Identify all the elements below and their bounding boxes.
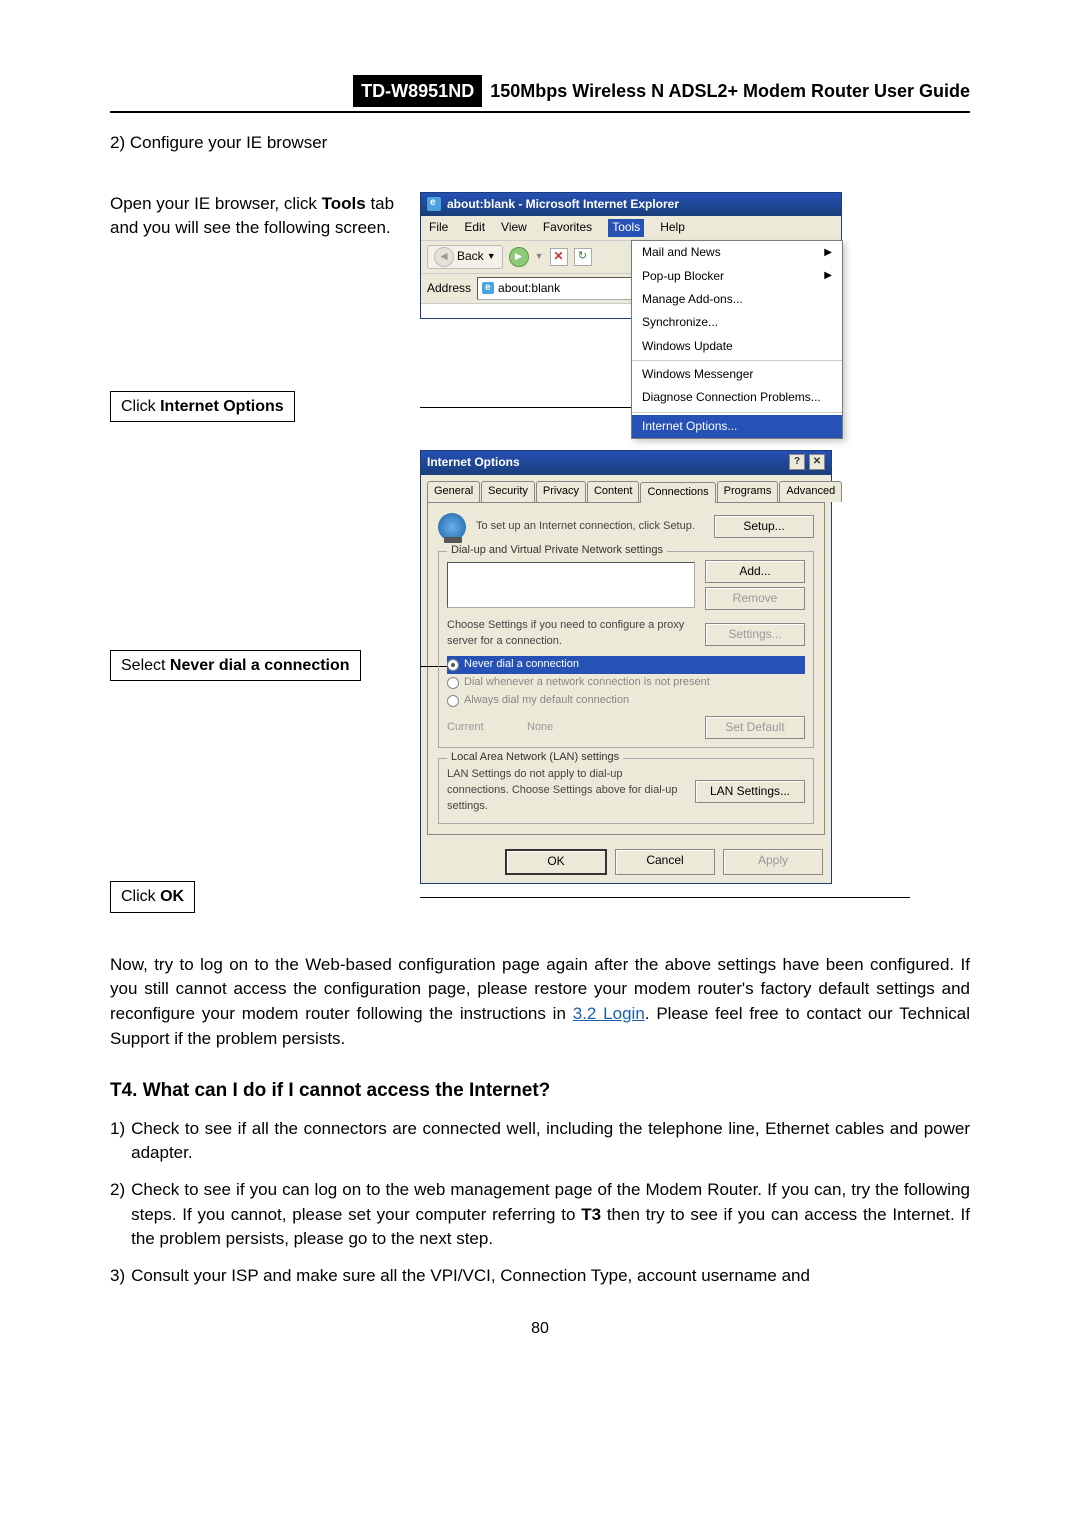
menu-view[interactable]: View: [501, 219, 527, 236]
page-icon: [482, 282, 494, 294]
settings-button: Settings...: [705, 623, 805, 646]
internet-options-dialog: Internet Options ?✕ General Security Pri…: [420, 450, 832, 883]
back-icon: ◄: [434, 247, 454, 267]
radio-never-dial[interactable]: Never dial a connection: [447, 656, 805, 674]
list-item-3: 3)Consult your ISP and make sure all the…: [110, 1264, 970, 1289]
tab-advanced[interactable]: Advanced: [779, 481, 842, 502]
menu-item-popup[interactable]: Pop-up Blocker▶: [632, 265, 842, 288]
forward-button[interactable]: ►: [509, 247, 529, 267]
menu-item-internet-options[interactable]: Internet Options...: [632, 415, 842, 438]
stop-button[interactable]: ✕: [550, 248, 568, 266]
tools-dropdown: Mail and News▶ Pop-up Blocker▶ Manage Ad…: [631, 240, 843, 439]
help-icon[interactable]: ?: [789, 454, 805, 470]
tab-security[interactable]: Security: [481, 481, 535, 502]
ie-menubar: File Edit View Favorites Tools Help: [421, 216, 841, 240]
link-login[interactable]: 3.2 Login: [573, 1004, 645, 1023]
setup-button[interactable]: Setup...: [714, 515, 814, 538]
ie-title: about:blank - Microsoft Internet Explore…: [447, 196, 679, 213]
remove-button: Remove: [705, 587, 805, 610]
page-header: TD-W8951ND 150Mbps Wireless N ADSL2+ Mod…: [110, 75, 970, 113]
dialog-tabs: General Security Privacy Content Connect…: [421, 475, 831, 502]
menu-tools[interactable]: Tools: [608, 219, 644, 236]
ie-icon: [427, 197, 441, 211]
paragraph-followup: Now, try to log on to the Web-based conf…: [110, 953, 970, 1052]
cancel-button[interactable]: Cancel: [615, 849, 715, 874]
dialog-title: Internet Options: [427, 454, 520, 471]
page-number: 80: [110, 1317, 970, 1340]
apply-button: Apply: [723, 849, 823, 874]
tab-content[interactable]: Content: [587, 481, 640, 502]
submenu-arrow-icon: ▶: [824, 269, 832, 284]
step-configure-ie: 2) Configure your IE browser: [110, 131, 970, 156]
menu-item-sync[interactable]: Synchronize...: [632, 311, 842, 334]
menu-item-wm[interactable]: Windows Messenger: [632, 363, 842, 386]
ie-window: about:blank - Microsoft Internet Explore…: [420, 192, 842, 319]
add-button[interactable]: Add...: [705, 560, 805, 583]
tab-privacy[interactable]: Privacy: [536, 481, 586, 502]
callout-ok: Click OK: [110, 881, 195, 912]
menu-item-wu[interactable]: Windows Update: [632, 335, 842, 358]
tab-programs[interactable]: Programs: [717, 481, 779, 502]
header-title: 150Mbps Wireless N ADSL2+ Modem Router U…: [490, 78, 970, 104]
set-default-button: Set Default: [705, 716, 805, 739]
menu-edit[interactable]: Edit: [464, 219, 485, 236]
tab-general[interactable]: General: [427, 481, 480, 502]
submenu-arrow-icon: ▶: [824, 246, 832, 261]
proxy-text: Choose Settings if you need to configure…: [447, 618, 695, 650]
callout-never-dial: Select Never dial a connection: [110, 650, 361, 681]
menu-help[interactable]: Help: [660, 219, 685, 236]
group-lan: Local Area Network (LAN) settings: [447, 750, 623, 766]
menu-file[interactable]: File: [429, 219, 448, 236]
ok-button[interactable]: OK: [505, 849, 607, 874]
callout-internet-options: Click Internet Options: [110, 391, 295, 422]
back-button[interactable]: ◄Back ▼: [427, 245, 503, 269]
tab-connections[interactable]: Connections: [640, 482, 715, 503]
header-model: TD-W8951ND: [353, 75, 482, 107]
globe-icon: [438, 513, 466, 541]
radio-always-dial[interactable]: Always dial my default connection: [447, 692, 805, 710]
current-label: Current: [447, 720, 517, 736]
menu-item-diag[interactable]: Diagnose Connection Problems...: [632, 386, 842, 409]
menu-item-addons[interactable]: Manage Add-ons...: [632, 288, 842, 311]
radio-dial-when[interactable]: Dial whenever a network connection is no…: [447, 674, 805, 692]
heading-t4: T4. What can I do if I cannot access the…: [110, 1077, 970, 1105]
lan-text: LAN Settings do not apply to dial-up con…: [447, 767, 685, 815]
list-item-1: 1)Check to see if all the connectors are…: [110, 1117, 970, 1166]
menu-favorites[interactable]: Favorites: [543, 219, 592, 236]
current-value: None: [527, 720, 695, 736]
list-item-2: 2)Check to see if you can log on to the …: [110, 1178, 970, 1252]
lan-settings-button[interactable]: LAN Settings...: [695, 780, 805, 803]
refresh-button[interactable]: ↻: [574, 248, 592, 266]
address-label: Address: [427, 280, 471, 297]
instruction-open-tools: Open your IE browser, click Tools tab an…: [110, 192, 420, 241]
group-dialup: Dial-up and Virtual Private Network sett…: [447, 543, 667, 559]
close-icon[interactable]: ✕: [809, 454, 825, 470]
connections-listbox[interactable]: [447, 562, 695, 608]
setup-text: To set up an Internet connection, click …: [476, 519, 704, 535]
menu-item-mail[interactable]: Mail and News▶: [632, 241, 842, 264]
